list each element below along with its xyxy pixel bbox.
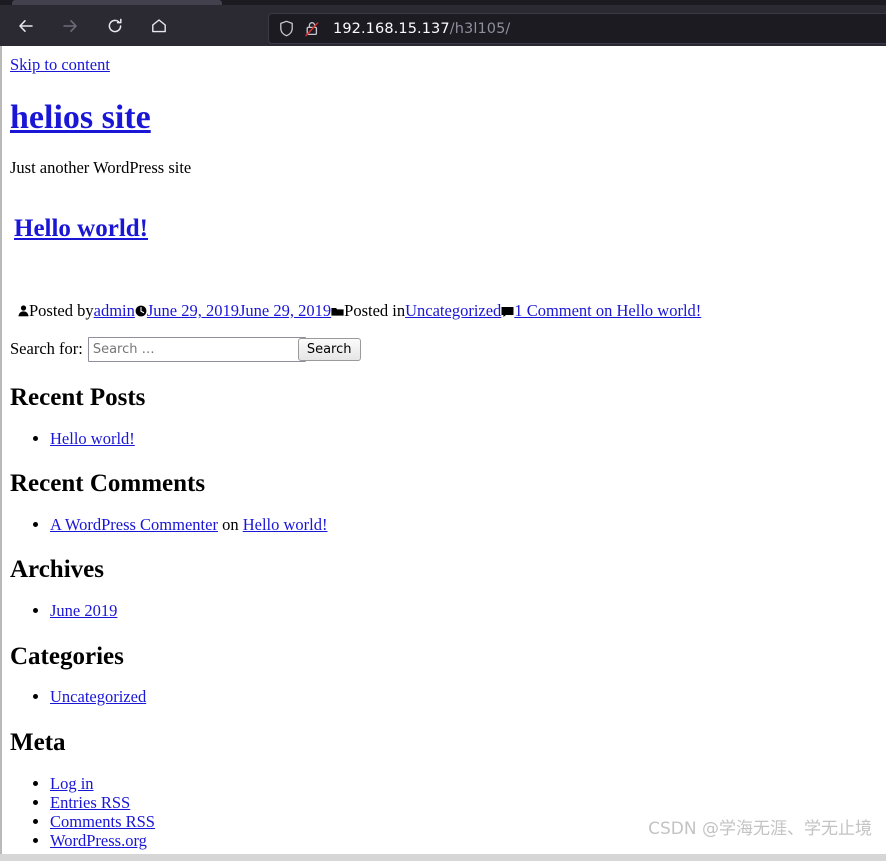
post-date-published-link[interactable]: June 29, 2019: [147, 301, 239, 320]
url-host: 192.168.15.137: [333, 20, 450, 37]
reload-button[interactable]: [101, 12, 129, 40]
widget-title-meta: Meta: [10, 728, 66, 756]
post-comments-link[interactable]: 1 Comment on Hello world!: [514, 301, 701, 320]
home-button[interactable]: [145, 12, 173, 40]
forward-arrow-icon: [61, 17, 79, 35]
list-item: A WordPress Commenter on Hello world!: [50, 515, 878, 534]
post-title-link[interactable]: Hello world!: [14, 215, 148, 242]
person-icon: [18, 302, 29, 322]
browser-chrome: 192.168.15.137/h3l105/: [0, 0, 886, 46]
address-bar[interactable]: 192.168.15.137/h3l105/: [268, 13, 886, 44]
widget-title-recent-posts: Recent Posts: [10, 383, 146, 411]
back-button[interactable]: [12, 12, 40, 40]
widget-list-categories: Uncategorized: [10, 687, 878, 706]
list-item: Comments RSS: [50, 812, 878, 831]
archive-link[interactable]: June 2019: [50, 601, 117, 620]
list-item: Uncategorized: [50, 687, 878, 706]
browser-navigation-bar: 192.168.15.137/h3l105/: [0, 5, 886, 46]
comment-bubble-icon: [501, 302, 514, 322]
lock-crossed-insecure-icon[interactable]: [304, 20, 320, 37]
post-category-link[interactable]: Uncategorized: [405, 301, 501, 320]
meta-comments-rss-link[interactable]: Comments RSS: [50, 812, 155, 831]
widget-title-categories: Categories: [10, 642, 124, 670]
list-item: WordPress.org: [50, 831, 878, 850]
search-submit-button[interactable]: Search: [297, 337, 361, 361]
page-viewport: Skip to content helios site Just another…: [0, 46, 886, 854]
home-icon: [150, 17, 168, 35]
recent-post-link[interactable]: Hello world!: [50, 429, 135, 448]
meta-entries-rss-link[interactable]: Entries RSS: [50, 793, 130, 812]
skip-to-content-link[interactable]: Skip to content: [10, 55, 878, 75]
meta-login-link[interactable]: Log in: [50, 774, 94, 793]
post-author-link[interactable]: admin: [94, 301, 135, 320]
clock-icon: [135, 302, 147, 322]
posted-by-label: Posted by: [29, 301, 94, 321]
url-path: /h3l105/: [449, 20, 511, 37]
site-description: Just another WordPress site: [10, 158, 192, 178]
widget-title-recent-comments: Recent Comments: [10, 470, 206, 498]
url-text: 192.168.15.137/h3l105/: [333, 21, 510, 37]
search-label: Search for:: [10, 339, 83, 359]
commenter-link[interactable]: A WordPress Commenter: [50, 515, 218, 534]
search-input[interactable]: [87, 336, 306, 362]
widget-list-recent-comments: A WordPress Commenter on Hello world!: [10, 515, 878, 534]
site-title-link[interactable]: helios site: [10, 99, 151, 136]
widget-list-recent-posts: Hello world!: [10, 429, 878, 448]
post-meta: Posted byadmin June 29, 2019June 29, 2019…: [18, 301, 878, 322]
comment-on-label: on: [217, 514, 243, 534]
bottom-cut-off-strip: ​: [0, 854, 886, 861]
widget-list-archives: June 2019: [10, 601, 878, 620]
shield-icon[interactable]: [279, 20, 294, 37]
widget-title-archives: Archives: [10, 556, 104, 584]
back-arrow-icon: [17, 17, 35, 35]
search-form: Search for: Search: [10, 336, 878, 362]
reload-icon: [106, 17, 124, 35]
commented-post-link[interactable]: Hello world!: [243, 515, 328, 534]
list-item: June 2019: [50, 601, 878, 620]
category-link[interactable]: Uncategorized: [50, 687, 146, 706]
forward-button[interactable]: [56, 12, 84, 40]
posted-in-label: Posted in: [344, 301, 406, 321]
list-item: Entries RSS: [50, 793, 878, 812]
post-date-modified-link[interactable]: June 29, 2019: [239, 301, 331, 320]
folder-icon: [331, 302, 344, 322]
list-item: Hello world!: [50, 429, 878, 448]
list-item: Log in: [50, 774, 878, 793]
meta-wordpress-org-link[interactable]: WordPress.org: [50, 831, 147, 850]
post-title: Hello world!: [14, 215, 878, 244]
site-title: helios site: [10, 99, 878, 136]
widget-list-meta: Log in Entries RSS Comments RSS WordPres…: [10, 774, 878, 851]
